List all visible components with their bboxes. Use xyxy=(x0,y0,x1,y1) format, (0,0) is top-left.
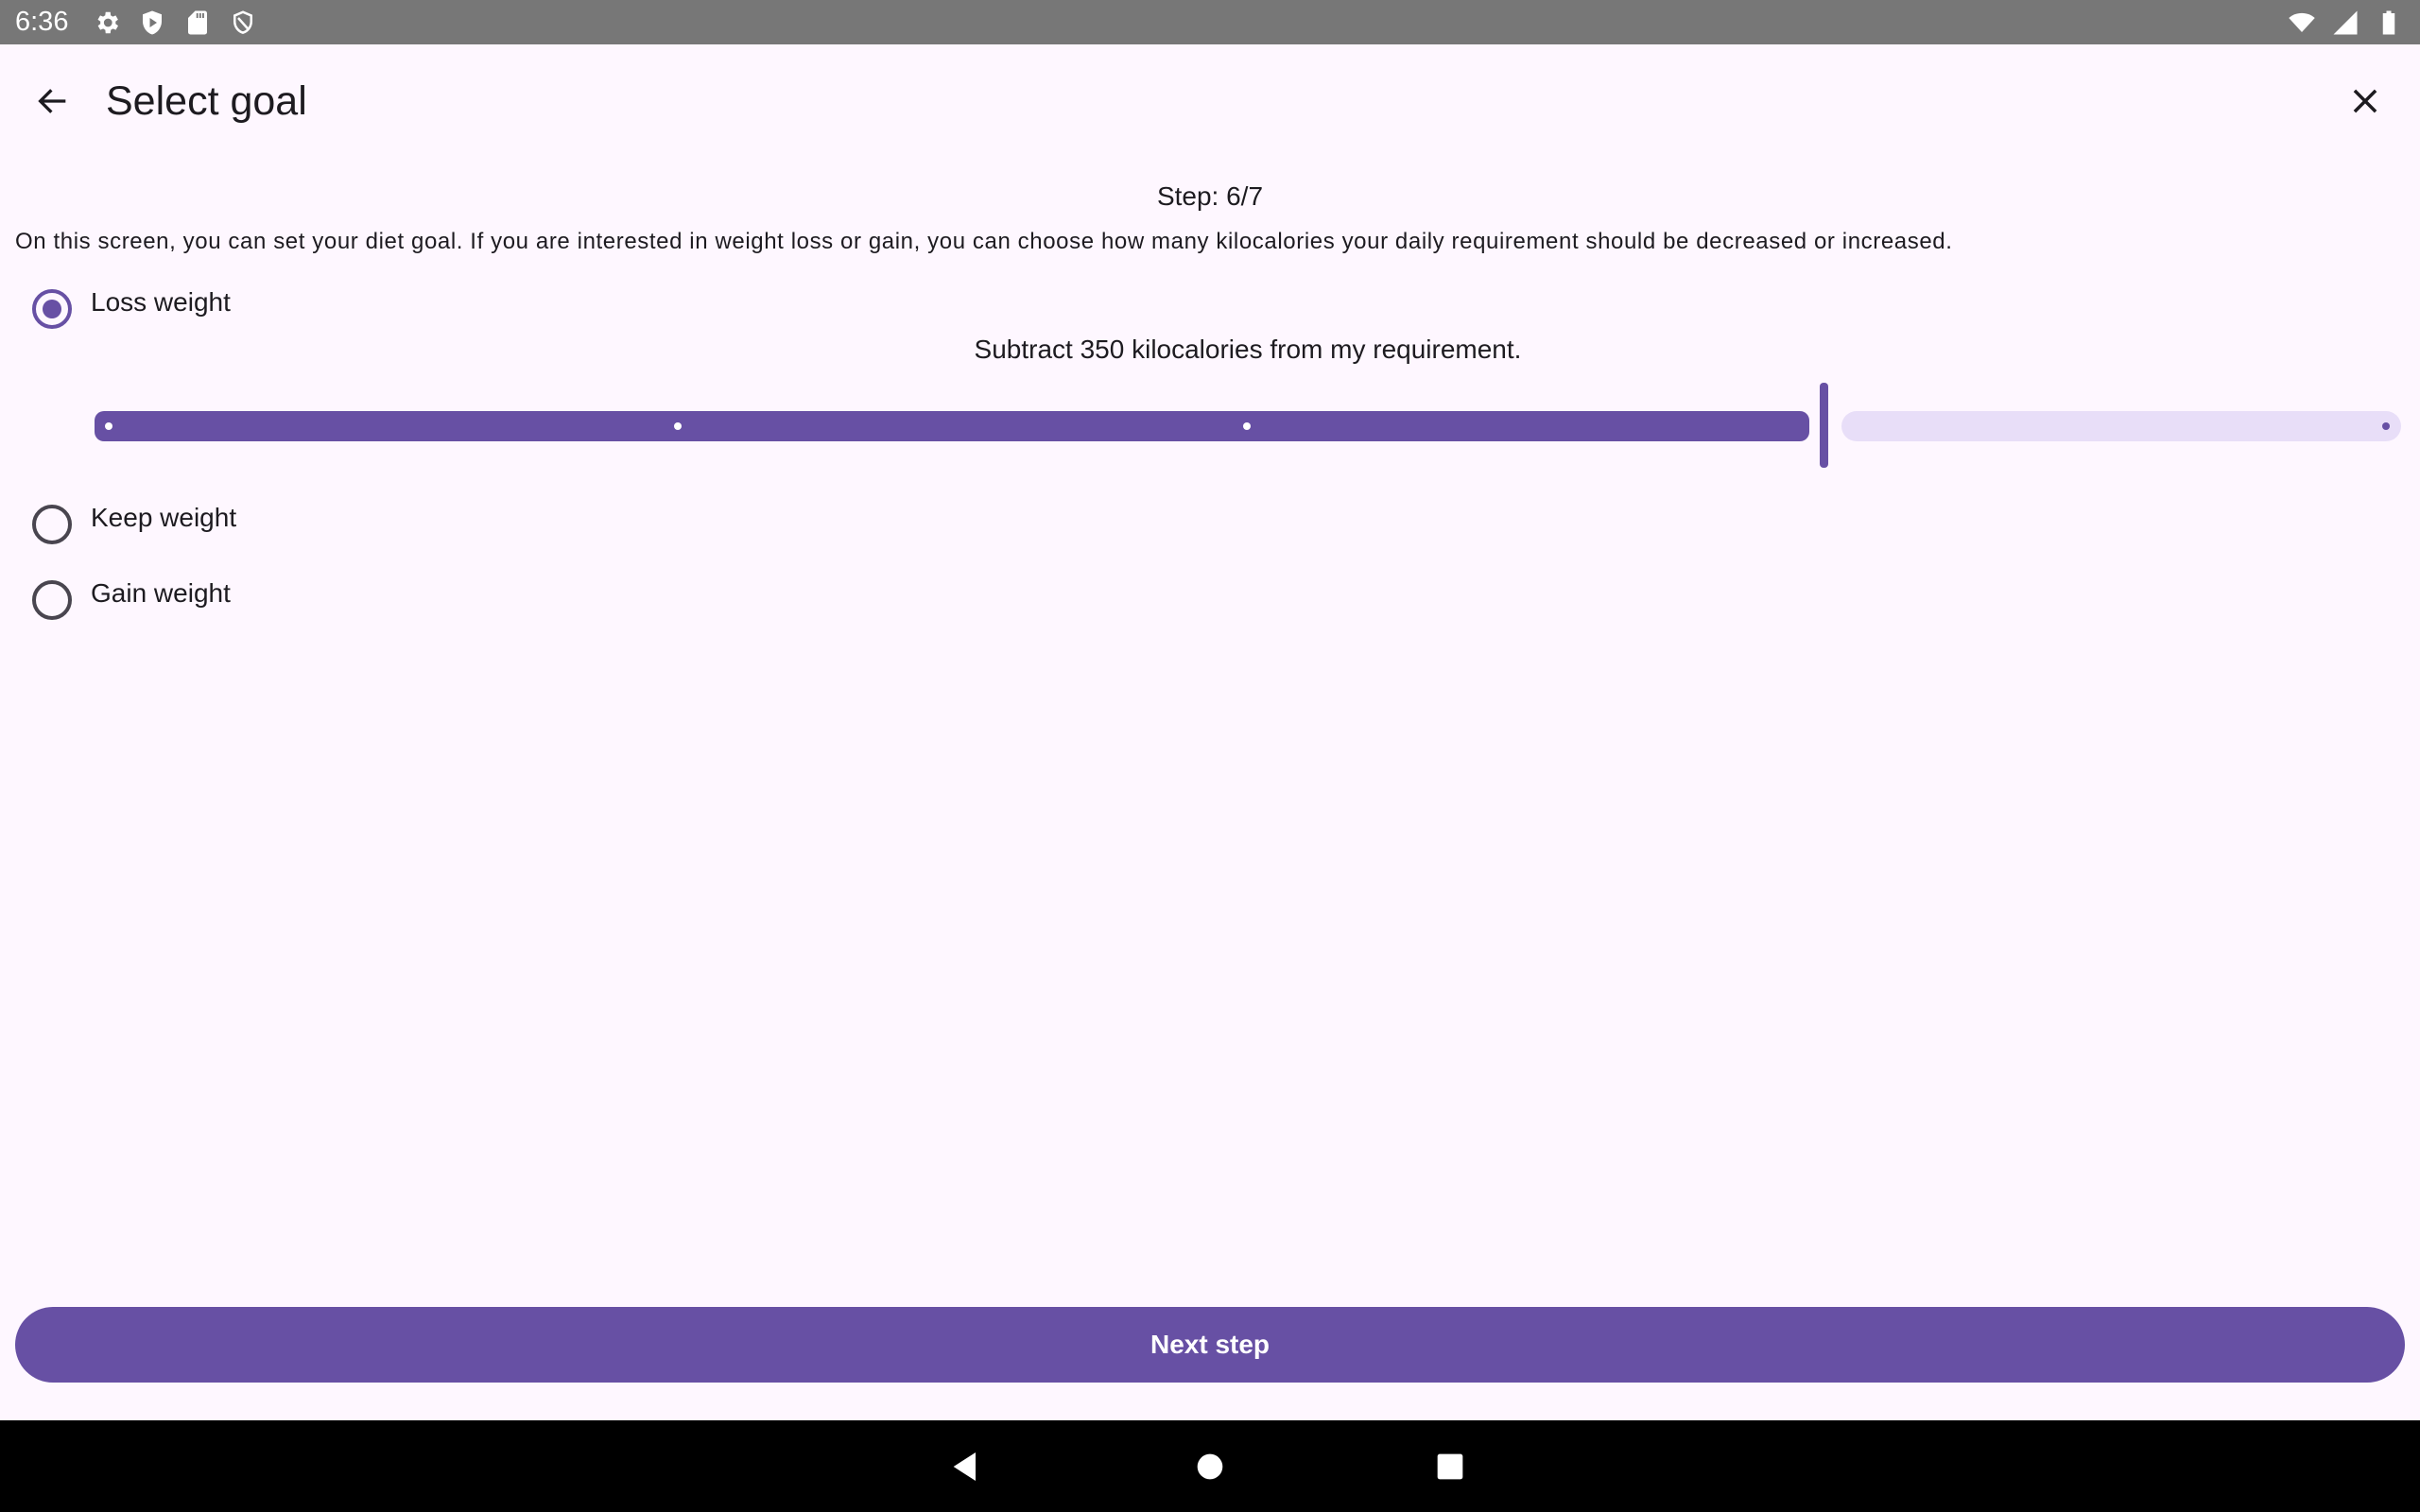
page-title: Select goal xyxy=(106,78,307,124)
shield-icon xyxy=(227,7,259,39)
next-step-button[interactable]: Next step xyxy=(15,1307,2405,1383)
battery-icon xyxy=(2373,7,2405,39)
back-button[interactable] xyxy=(23,71,83,131)
step-indicator: Step: 6/7 xyxy=(1156,181,1264,211)
arrow-back-icon xyxy=(38,89,66,113)
play-protect-icon xyxy=(136,7,168,39)
app-bar: Select goal xyxy=(0,44,2420,167)
slider-tick xyxy=(2382,422,2390,430)
recents-square-icon xyxy=(1437,1453,1463,1479)
wifi-icon xyxy=(2286,7,2318,39)
option-label: Keep weight xyxy=(91,503,237,532)
radio-keep-weight[interactable] xyxy=(32,505,72,544)
radio-gain-weight[interactable] xyxy=(32,580,72,620)
close-icon xyxy=(2353,89,2377,113)
close-button[interactable] xyxy=(2335,71,2395,131)
slider-tick xyxy=(105,422,112,430)
radio-loss-weight[interactable] xyxy=(32,289,72,329)
settings-icon xyxy=(91,7,123,39)
status-left: 6:36 xyxy=(15,7,259,39)
option-label: Gain weight xyxy=(91,578,231,608)
option-keep-weight[interactable]: Keep weight xyxy=(32,503,237,544)
nav-back-button[interactable] xyxy=(928,1420,1004,1512)
status-time: 6:36 xyxy=(15,7,69,37)
nav-home-button[interactable] xyxy=(1172,1420,1248,1512)
slider-inactive-track xyxy=(1841,411,2401,441)
kcal-slider[interactable] xyxy=(95,378,2401,472)
cell-signal-icon xyxy=(2329,7,2361,39)
option-label: Loss weight xyxy=(91,287,231,317)
slider-track[interactable] xyxy=(95,378,2401,472)
option-gain-weight[interactable]: Gain weight xyxy=(32,578,231,620)
slider-caption: Subtract 350 kilocalories from my requir… xyxy=(974,335,1522,364)
slider-active-track xyxy=(95,411,1809,441)
sd-card-icon xyxy=(182,7,214,39)
back-triangle-icon xyxy=(953,1452,976,1481)
status-right xyxy=(2286,7,2405,39)
nav-recents-button[interactable] xyxy=(1412,1420,1488,1512)
slider-tick xyxy=(1243,422,1251,430)
slider-tick xyxy=(674,422,682,430)
option-loss-weight[interactable]: Loss weight xyxy=(32,287,231,329)
home-circle-icon xyxy=(1197,1453,1223,1479)
slider-handle[interactable] xyxy=(1820,383,1828,468)
intro-text: On this screen, you can set your diet go… xyxy=(15,229,1953,254)
status-bar: 6:36 xyxy=(0,0,2420,44)
